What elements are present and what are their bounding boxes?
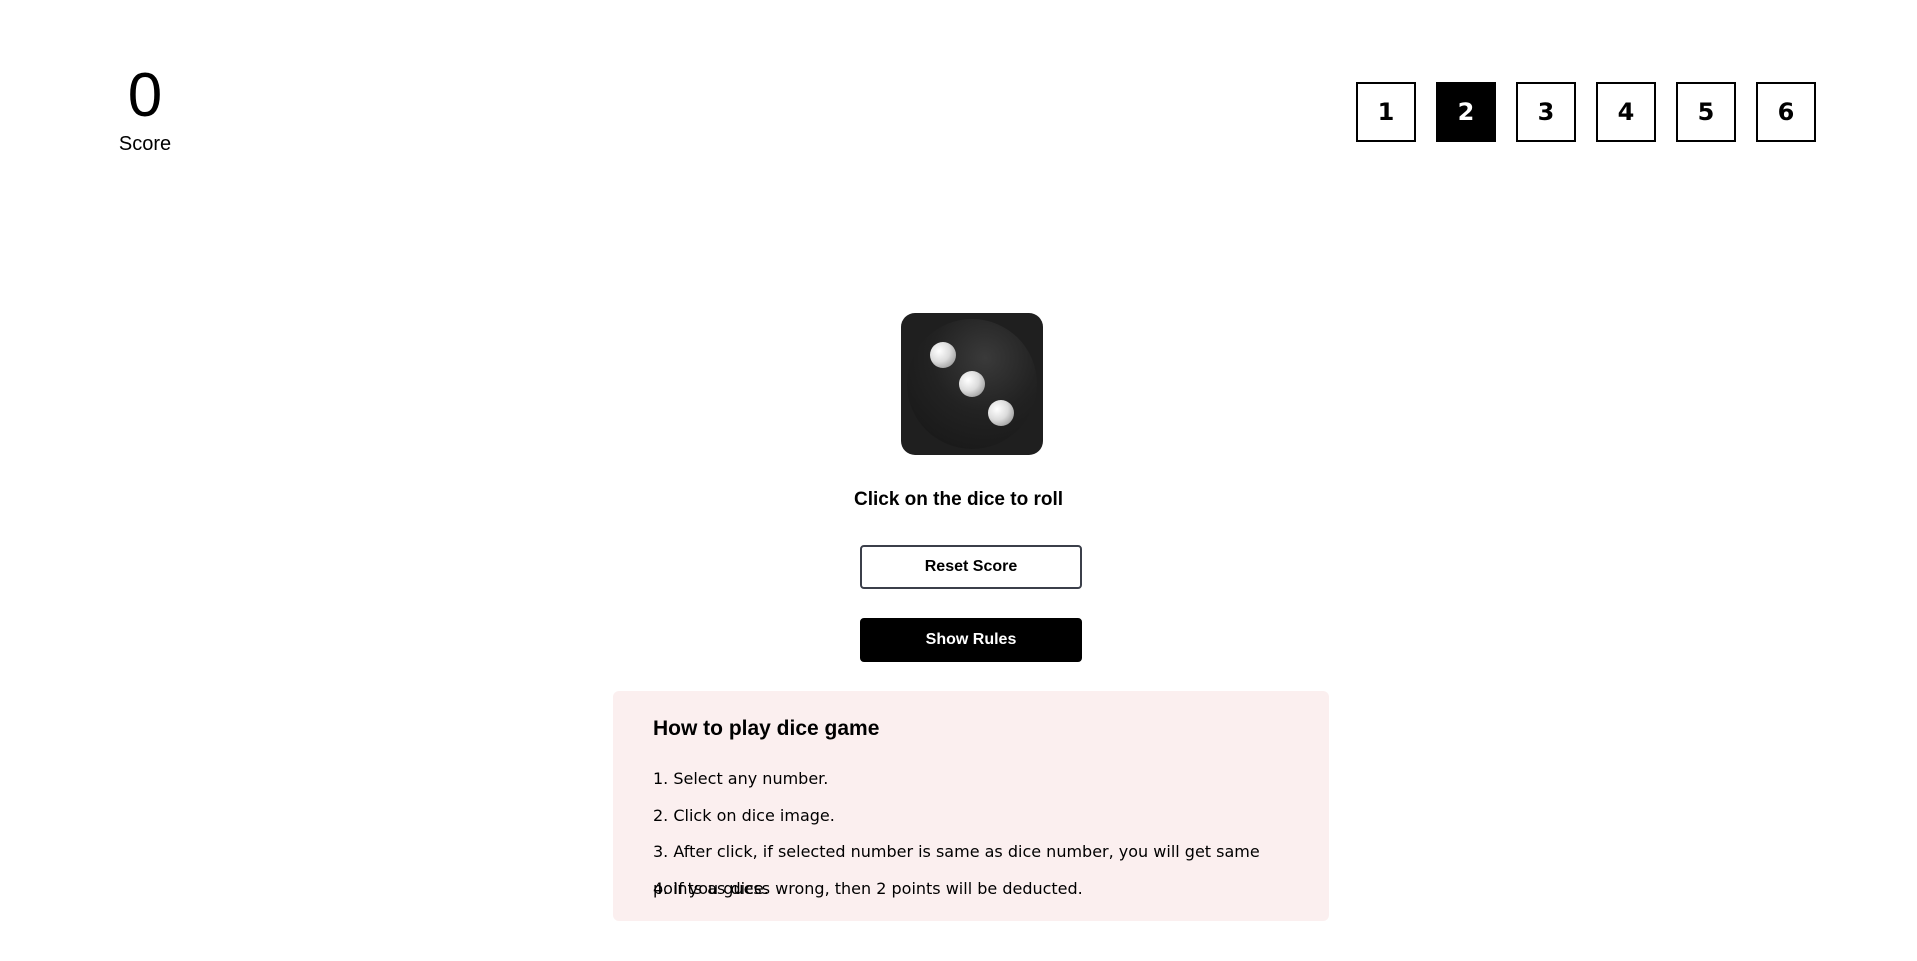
rule-item: 4. If you guess wrong, then 2 points wil… [653,878,1083,898]
dice-three-icon [901,313,1043,455]
score-value: 0 [127,61,163,130]
score-label: Score [118,133,172,155]
dice-pip [988,400,1014,426]
dice-pip [959,371,985,397]
rule-item: 1. Select any number. [653,769,829,788]
rule-item: 2. Click on dice image. [653,805,835,825]
number-selector: 1 2 3 4 5 6 [1356,82,1816,142]
score-display: 0 Score [112,60,178,156]
dice-pip [930,342,956,368]
dice-image[interactable] [901,313,1043,455]
show-rules-button[interactable]: Show Rules [860,618,1082,662]
rules-title: How to play dice game [653,717,880,740]
rule-item: 3. After click, if selected number is sa… [653,842,1260,898]
number-option-3[interactable]: 3 [1516,82,1576,142]
rules-panel: How to play dice game 1. Select any numb… [613,691,1329,921]
rules-list: 1. Select any number. 2. Click on dice i… [653,761,1289,907]
dice-game-page: 0 Score 1 2 3 4 5 6 Click on the dice to… [0,0,1917,961]
roll-hint-text: Click on the dice to roll [853,489,1064,510]
number-option-5[interactable]: 5 [1676,82,1736,142]
number-option-1[interactable]: 1 [1356,82,1416,142]
number-option-4[interactable]: 4 [1596,82,1656,142]
reset-score-button[interactable]: Reset Score [860,545,1082,589]
number-option-2[interactable]: 2 [1436,82,1496,142]
number-option-6[interactable]: 6 [1756,82,1816,142]
